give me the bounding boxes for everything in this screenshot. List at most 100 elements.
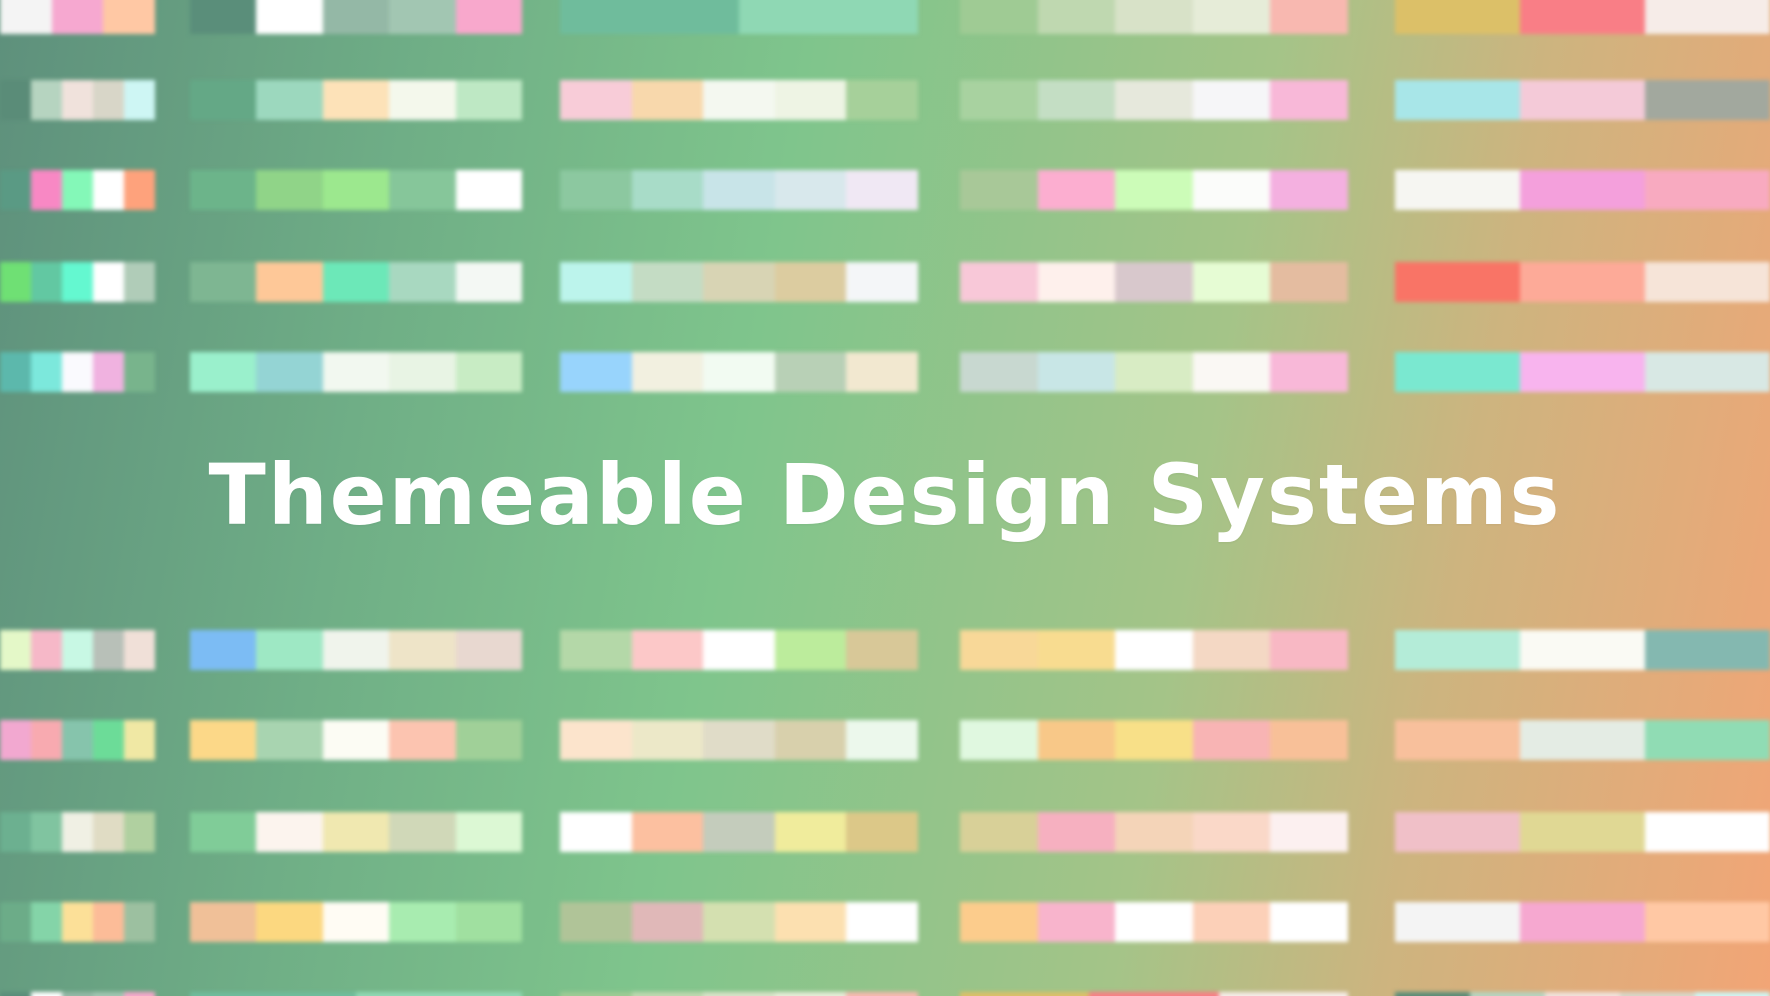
color-swatch (703, 992, 775, 996)
color-swatch (774, 262, 847, 302)
color-palette-strip (0, 992, 155, 996)
color-swatch (1645, 720, 1770, 760)
color-swatch (93, 630, 124, 670)
color-swatch (1395, 992, 1470, 996)
color-swatch (1470, 992, 1545, 996)
color-swatch (62, 902, 93, 942)
color-swatch (62, 170, 93, 210)
color-palette-strip (960, 902, 1348, 942)
color-palette-strip (0, 812, 155, 852)
color-palette-strip (1395, 262, 1770, 302)
color-swatch (322, 812, 390, 852)
color-palette-strip (960, 170, 1348, 210)
color-swatch (1395, 262, 1520, 302)
color-palette-strip (1395, 170, 1770, 210)
color-swatch (389, 812, 456, 852)
color-swatch (703, 812, 775, 852)
banner-canvas: Themeable Design Systems (0, 0, 1770, 996)
color-palette-strip (0, 0, 156, 34)
color-swatch (960, 812, 1038, 852)
color-swatch (389, 630, 456, 670)
color-swatch (124, 262, 155, 302)
color-swatch (1395, 352, 1520, 392)
color-swatch (455, 170, 523, 210)
color-swatch (389, 0, 456, 34)
color-swatch (1645, 0, 1770, 34)
color-swatch (1037, 262, 1116, 302)
color-swatch (1545, 992, 1620, 996)
color-swatch (31, 262, 62, 302)
color-swatch (0, 812, 31, 852)
color-swatch (631, 262, 704, 302)
color-swatch (190, 902, 257, 942)
color-swatch (774, 992, 847, 996)
color-swatch (846, 170, 918, 210)
color-swatch (124, 170, 155, 210)
color-swatch (1115, 630, 1193, 670)
color-swatch (960, 992, 1090, 996)
color-swatch (1115, 902, 1193, 942)
color-swatch (124, 902, 155, 942)
color-swatch (1089, 992, 1219, 996)
color-swatch (560, 812, 632, 852)
color-swatch (846, 902, 918, 942)
color-swatch (1645, 352, 1770, 392)
color-swatch (31, 352, 62, 392)
color-swatch (703, 720, 775, 760)
color-swatch (124, 720, 155, 760)
color-swatch (389, 170, 456, 210)
color-swatch (703, 630, 775, 670)
color-swatch (62, 992, 93, 996)
color-palette-strip (190, 352, 523, 392)
title-container: Themeable Design Systems (0, 440, 1770, 550)
color-swatch (1520, 352, 1645, 392)
color-swatch (389, 352, 456, 392)
color-swatch (1520, 902, 1645, 942)
color-palette-strip (190, 262, 523, 302)
color-swatch (190, 0, 257, 34)
color-swatch (1037, 80, 1116, 120)
color-palette-strip (560, 812, 918, 852)
color-swatch (846, 720, 918, 760)
color-swatch (455, 352, 523, 392)
color-swatch (256, 170, 323, 210)
color-swatch (1192, 720, 1271, 760)
color-swatch (190, 170, 257, 210)
color-palette-strip (960, 262, 1348, 302)
color-swatch (703, 170, 775, 210)
color-swatch (1192, 812, 1271, 852)
color-swatch (322, 0, 390, 34)
color-swatch (31, 630, 62, 670)
color-swatch (1645, 262, 1770, 302)
color-palette-strip (190, 0, 523, 34)
color-swatch (560, 720, 632, 760)
color-swatch (1270, 170, 1348, 210)
color-swatch (256, 0, 323, 34)
color-palette-strip (190, 630, 523, 670)
color-swatch (356, 992, 522, 996)
color-palette-strip (0, 902, 155, 942)
color-swatch (846, 812, 918, 852)
color-palette-strip (0, 352, 155, 392)
color-swatch (1115, 352, 1193, 392)
color-palette-strip (1395, 902, 1770, 942)
color-swatch (774, 902, 847, 942)
color-swatch (93, 812, 124, 852)
color-swatch (1395, 812, 1520, 852)
color-swatch (846, 80, 918, 120)
color-swatch (560, 352, 632, 392)
color-swatch (960, 0, 1038, 34)
color-swatch (124, 630, 155, 670)
color-swatch (631, 170, 704, 210)
color-swatch (1620, 992, 1695, 996)
color-swatch (190, 262, 257, 302)
color-swatch (31, 992, 62, 996)
color-swatch (51, 0, 104, 34)
color-swatch (124, 352, 155, 392)
color-swatch (455, 262, 523, 302)
color-palette-strip (1395, 812, 1770, 852)
color-palette-strip (190, 170, 523, 210)
color-swatch (703, 902, 775, 942)
color-swatch (1192, 170, 1271, 210)
color-swatch (1520, 170, 1645, 210)
